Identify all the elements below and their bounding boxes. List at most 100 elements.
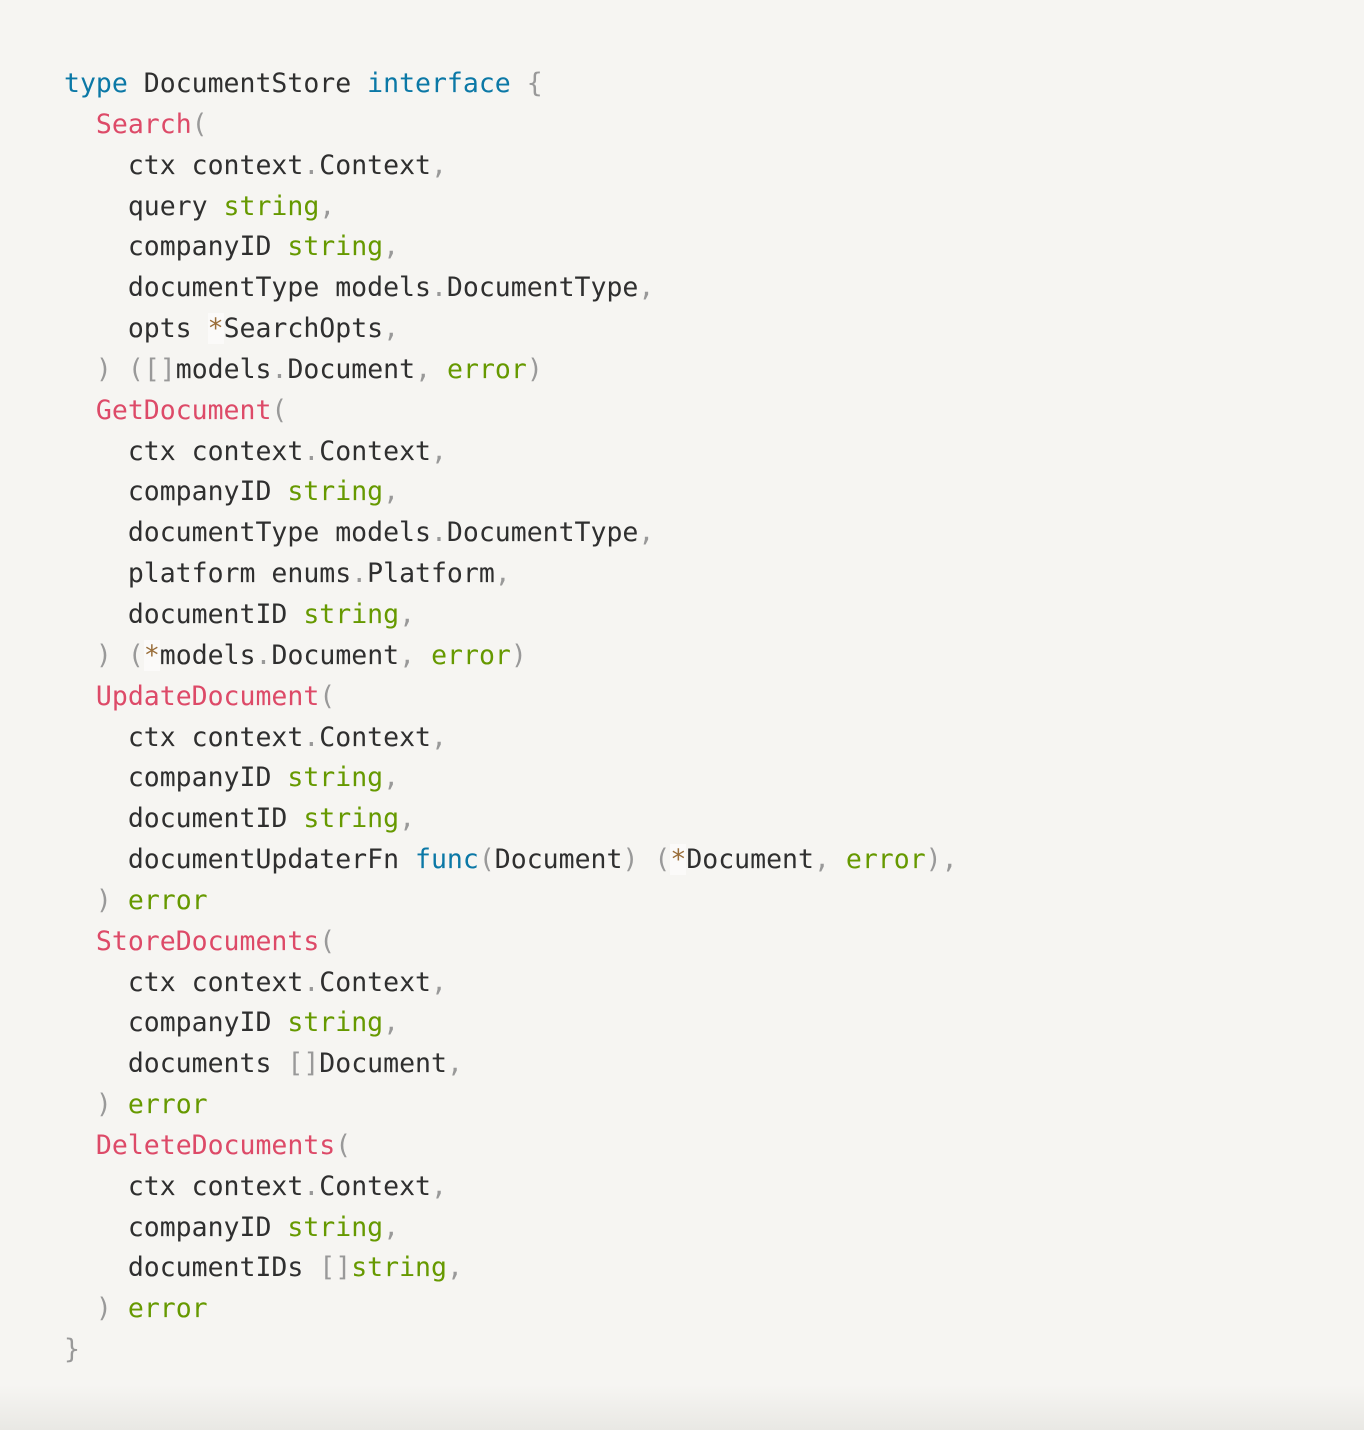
plain-text-token: documentType models [64, 517, 431, 549]
function-name-token: DeleteDocuments [95, 1129, 336, 1161]
punctuation-token: , [399, 803, 416, 835]
code-line: platform enums.Platform, [64, 554, 958, 595]
plain-text-token: documentIDs [64, 1252, 320, 1284]
builtin-type-token: string [303, 598, 400, 630]
punctuation-token: ( [191, 108, 208, 140]
punctuation-token: ( [127, 353, 144, 385]
code-line: ) error [64, 1085, 958, 1126]
punctuation-token: ( [127, 639, 144, 671]
plain-text-token [64, 354, 96, 385]
plain-text-token: Document [271, 639, 400, 671]
plain-text-token: documentID [64, 803, 304, 835]
punctuation-token: . [303, 721, 320, 753]
plain-text-token: documentType models [64, 272, 431, 304]
punctuation-token: , [383, 1211, 400, 1243]
plain-text-token: platform enums [64, 558, 352, 590]
code-line: ctx context.Context, [64, 432, 958, 473]
punctuation-token: , [494, 558, 511, 590]
plain-text-token: Context [319, 435, 431, 467]
code-line: UpdateDocument( [64, 677, 958, 718]
code-line: ctx context.Context, [64, 718, 958, 759]
function-name-token: Search [95, 108, 192, 140]
keyword-token: interface [367, 68, 511, 99]
plain-text-token [64, 1089, 96, 1120]
plain-text-token [64, 109, 96, 140]
plain-text-token: ctx context [64, 435, 304, 467]
punctuation-token: , [446, 1048, 463, 1080]
keyword-token: type [64, 68, 128, 99]
operator-token: * [670, 844, 687, 876]
plain-text-token: companyID [64, 1007, 288, 1039]
punctuation-token: , [383, 476, 400, 508]
plain-text-token [64, 395, 96, 426]
plain-text-token: Context [319, 721, 431, 753]
plain-text-token: DocumentStore [127, 68, 368, 99]
plain-text-token [64, 681, 96, 712]
punctuation-token: ) [95, 353, 112, 385]
punctuation-token: , [383, 231, 400, 263]
plain-text-token: models [159, 639, 256, 671]
punctuation-token: . [430, 517, 447, 549]
code-line: companyID string, [64, 1208, 958, 1249]
code-line: ctx context.Context, [64, 1167, 958, 1208]
code-line: type DocumentStore interface { [64, 64, 958, 105]
punctuation-token: . [255, 639, 272, 671]
plain-text-token [64, 926, 96, 957]
punctuation-token: . [351, 558, 368, 590]
function-name-token: GetDocument [95, 394, 272, 426]
code-line: opts *SearchOpts, [64, 309, 958, 350]
punctuation-token: ) [95, 1089, 112, 1121]
plain-text-token [112, 1089, 128, 1120]
punctuation-token: ( [654, 844, 671, 876]
builtin-type-token: string [287, 1211, 384, 1243]
code-line: documentUpdaterFn func(Document) (*Docum… [64, 840, 958, 881]
punctuation-token: , [399, 639, 416, 671]
punctuation-token: , [941, 844, 958, 876]
punctuation-token: [] [143, 353, 176, 385]
punctuation-token: , [383, 1007, 400, 1039]
plain-text-token: Platform [367, 558, 495, 590]
punctuation-token: ( [319, 925, 336, 957]
plain-text-token: documentUpdaterFn [64, 844, 415, 876]
plain-text-token [64, 1293, 96, 1324]
code-line: Search( [64, 105, 958, 146]
plain-text-token [431, 354, 447, 385]
plain-text-token: companyID [64, 476, 288, 508]
plain-text-token: Context [319, 966, 431, 998]
punctuation-token: , [430, 149, 447, 181]
plain-text-token [64, 640, 96, 671]
code-line: documentIDs []string, [64, 1248, 958, 1289]
punctuation-token: . [303, 435, 320, 467]
punctuation-token: , [430, 435, 447, 467]
punctuation-token: } [64, 1334, 80, 1366]
punctuation-token: ( [319, 680, 336, 712]
builtin-type-token: error [447, 353, 527, 385]
punctuation-token: . [303, 1170, 320, 1202]
code-line: companyID string, [64, 1003, 958, 1044]
plain-text-token: Document [686, 844, 814, 876]
punctuation-token: , [638, 517, 655, 549]
code-line: ) ([]models.Document, error) [64, 350, 958, 391]
punctuation-token: . [430, 272, 447, 304]
punctuation-token: . [271, 353, 288, 385]
plain-text-token: documentID [64, 598, 304, 630]
punctuation-token: ) [95, 884, 112, 916]
plain-text-token: companyID [64, 1211, 288, 1243]
code-line: ) error [64, 1289, 958, 1330]
plain-text-token: ctx context [64, 966, 304, 998]
plain-text-token [112, 1293, 128, 1324]
plain-text-token: ctx context [64, 1170, 304, 1202]
builtin-type-token: string [287, 476, 384, 508]
builtin-type-token: string [223, 190, 320, 222]
code-line: ctx context.Context, [64, 146, 958, 187]
punctuation-token: ) [510, 639, 527, 671]
plain-text-token [112, 885, 128, 916]
code-line: DeleteDocuments( [64, 1126, 958, 1167]
punctuation-token: ) [95, 639, 112, 671]
punctuation-token: . [303, 966, 320, 998]
code-line: } [64, 1330, 958, 1371]
plain-text-token: Context [319, 1170, 431, 1202]
punctuation-token: , [415, 353, 432, 385]
plain-text-token: Document [319, 1048, 447, 1080]
punctuation-token: ) [622, 844, 639, 876]
